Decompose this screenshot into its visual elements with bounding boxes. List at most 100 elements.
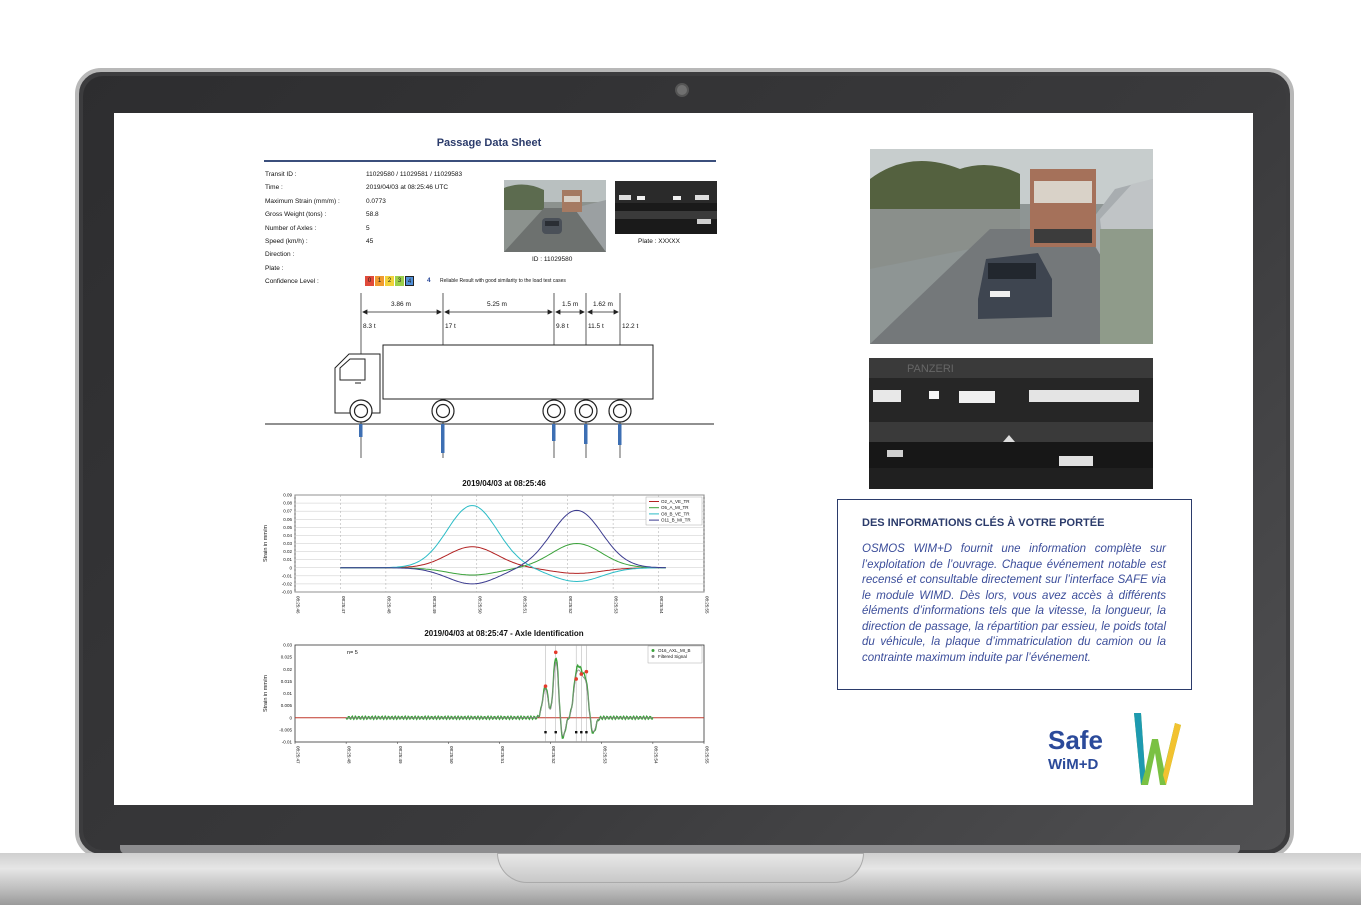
field-label: Time :: [265, 184, 283, 192]
truck-icon: [334, 344, 654, 414]
y-tick-label: 0.07: [283, 509, 292, 514]
confidence-box-3: 3: [395, 276, 404, 286]
svg-text:Safe: Safe: [1048, 725, 1103, 755]
axle-load-bar: [359, 424, 363, 437]
field-value: 2019/04/03 at 08:25:46 UTC: [366, 184, 449, 192]
spacing-label: 1.5 m: [562, 301, 578, 308]
x-tick-label: 08:25:47: [341, 596, 346, 614]
spacing-label: 3.86 m: [391, 301, 411, 308]
traffic-camera-photo: [870, 149, 1153, 344]
y-tick-label: 0.005: [281, 703, 293, 708]
laptop-notch: [497, 853, 864, 883]
confidence-text: Reliable Result with good similarity to …: [440, 278, 566, 284]
y-tick-label: 0.02: [283, 549, 292, 554]
y-tick-label: -0.005: [279, 727, 292, 732]
axle-diagram: 3.86 m 5.25 m 1.5 m 1.62 m 8.3 t 17 t 9.…: [265, 293, 714, 458]
y-tick-label: 0.08: [283, 501, 292, 506]
field-label: Plate :: [265, 264, 284, 272]
info-card: DES INFORMATIONS CLÉS À VOTRE PORTÉE OSM…: [837, 499, 1192, 690]
y-tick-label: 0.03: [283, 541, 292, 546]
field-label: Maximum Strain (mm/m) :: [265, 197, 340, 205]
x-tick-label: 08:25:55: [705, 746, 710, 764]
safe-wimd-logo: Safe WiM+D: [1044, 709, 1189, 791]
axle-load-bar: [618, 424, 622, 445]
y-tick-label: 0.025: [281, 655, 293, 660]
sheet-title: Passage Data Sheet: [436, 137, 542, 149]
axle-peak-marker: [574, 677, 578, 681]
axle-load-bar: [584, 424, 588, 444]
legend-label: O11_B_MI_TR: [661, 518, 691, 523]
y-tick-label: -0.02: [282, 581, 293, 586]
card-title: DES INFORMATIONS CLÉS À VOTRE PORTÉE: [862, 517, 1105, 529]
field-label: Direction :: [265, 251, 295, 259]
field-label: Transit ID :: [265, 171, 297, 178]
axle-position-marker: [554, 731, 557, 734]
confidence-box-2: 2: [385, 276, 394, 286]
legend-label: O16_AXL_MI_B: [658, 648, 691, 653]
y-tick-label: 0.01: [283, 557, 292, 562]
legend-label: Filtered Signal: [658, 654, 687, 659]
field-label: Gross Weight (tons) :: [265, 211, 327, 219]
photo-id-caption: ID : 11029580: [532, 256, 573, 263]
x-tick-label: 08:25:50: [449, 746, 454, 764]
field-value: 58.8: [366, 211, 379, 219]
y-tick-label: -0.01: [282, 573, 293, 578]
axle-count-annotation: n= 5: [347, 650, 358, 656]
y-axis-label: Strain in mm/m: [263, 675, 269, 712]
legend-swatch: [651, 655, 655, 658]
x-tick-label: 08:25:53: [602, 746, 607, 764]
x-tick-label: 08:25:51: [523, 596, 528, 614]
webcam-icon: [675, 83, 689, 97]
axle-identification-chart: 0.030.0250.020.0150.010.0050-0.005-0.010…: [263, 643, 710, 765]
legend-label: O5_A_MI_TR: [661, 505, 689, 510]
spacing-label: 1.62 m: [593, 301, 613, 308]
y-tick-label: 0: [289, 565, 292, 570]
y-tick-label: 0.01: [283, 691, 292, 696]
axle-position-marker: [585, 731, 588, 734]
x-tick-label: 08:25:54: [653, 746, 658, 764]
x-tick-label: 08:25:48: [386, 596, 391, 614]
confidence-box-0: 0: [365, 276, 374, 286]
field-label: Number of Axles :: [265, 224, 317, 232]
field-value: 5: [366, 224, 370, 232]
axle-load-bar: [441, 424, 445, 453]
confidence-value: 4: [427, 277, 431, 284]
x-tick-label: 08:25:53: [614, 596, 619, 614]
axle-position-marker: [580, 731, 583, 734]
legend-swatch: [651, 649, 655, 652]
axle-position-marker: [544, 731, 547, 734]
axle-peak-marker: [543, 684, 548, 689]
field-label: Speed (km/h) :: [265, 238, 308, 245]
svg-text:WiM+D: WiM+D: [1048, 756, 1098, 773]
spacing-label: 5.25 m: [487, 301, 507, 308]
y-tick-label: -0.01: [282, 740, 293, 745]
y-tick-label: 0: [289, 715, 292, 720]
screen: Passage Data Sheet Transit ID : 11029580 …: [114, 113, 1253, 805]
x-tick-label: 08:25:52: [568, 596, 573, 614]
camera-photo-thumbnail: [504, 180, 606, 252]
axle-load-label: 17 t: [445, 323, 456, 330]
field-label: Confidence Level :: [265, 278, 319, 286]
plot-area: [294, 644, 705, 743]
y-tick-label: 0.06: [283, 517, 292, 522]
plate-camera-photo: PANZERI: [869, 358, 1153, 489]
x-tick-label: 08:25:46: [296, 596, 301, 614]
axle-peak-marker: [579, 672, 584, 676]
plate-caption: Plate : XXXXX: [638, 238, 680, 245]
plate-photo-thumbnail: [615, 181, 717, 234]
card-body: OSMOS WIM+D fournit une information comp…: [862, 543, 1166, 664]
y-tick-label: -0.03: [282, 590, 293, 595]
axle-load-label: 9.8 t: [556, 323, 569, 330]
y-tick-label: 0.02: [283, 667, 292, 672]
field-value: 45: [366, 238, 374, 245]
title-divider: [264, 160, 716, 162]
x-tick-label: 08:25:49: [398, 746, 403, 764]
x-tick-label: 08:25:52: [551, 746, 556, 764]
x-tick-label: 08:25:47: [296, 746, 301, 764]
axle-load-label: 11.5 t: [588, 323, 604, 330]
field-value: 11029580 / 11029581 / 11029583: [366, 171, 463, 178]
chart1-title: 2019/04/03 at 08:25:46: [462, 479, 546, 488]
axle-load-label: 12.2 t: [622, 323, 638, 330]
axle-peak-marker: [553, 650, 558, 655]
confidence-box-4: 4: [405, 276, 414, 286]
